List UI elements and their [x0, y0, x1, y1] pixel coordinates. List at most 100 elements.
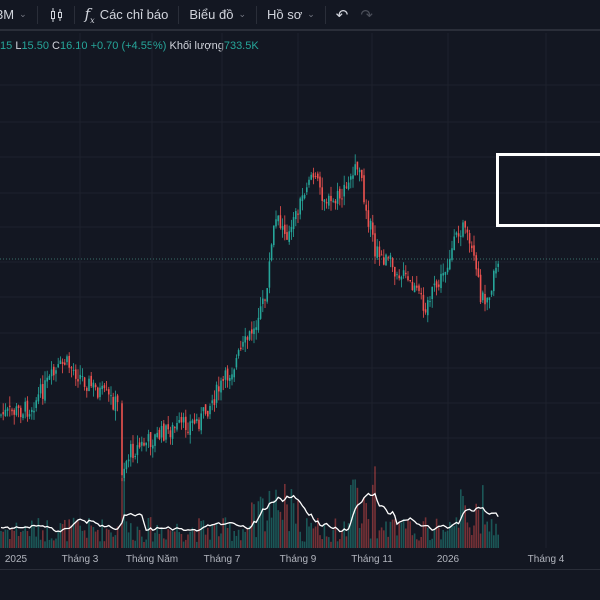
candle-body [191, 420, 194, 424]
volume-bar [70, 525, 73, 548]
volume-bar [39, 539, 42, 548]
volume-bar [149, 517, 152, 548]
candle-body [141, 441, 143, 446]
volume-bar [207, 527, 209, 548]
volume-bar [299, 531, 301, 548]
candle-body [163, 423, 165, 441]
candle-body [165, 425, 167, 440]
volume-bar [13, 530, 15, 548]
volume-bar [237, 529, 240, 548]
candle-body [385, 254, 387, 266]
candle-body [358, 169, 361, 173]
candle-body [94, 384, 97, 388]
candle-body [286, 232, 288, 240]
candle-body [116, 395, 119, 403]
interval-label: 3M [0, 7, 15, 22]
volume-bar [295, 523, 297, 548]
volume-bar [160, 528, 163, 548]
volume-bar [187, 534, 189, 548]
volume-bar [9, 538, 11, 548]
volume-bar [88, 518, 90, 548]
volume-bar [376, 538, 378, 548]
candle-body [495, 267, 497, 274]
redo-icon: ↷ [360, 6, 373, 24]
candle-body [482, 292, 484, 301]
candle-body [127, 459, 130, 462]
candle-body [46, 377, 48, 382]
candle-body [387, 257, 389, 259]
candle-body [0, 414, 2, 416]
time-label: Tháng Năm [125, 554, 179, 565]
volume-bar [354, 479, 356, 548]
candle-body [466, 229, 469, 233]
volume-bar [79, 525, 81, 548]
profile-menu-button[interactable]: Hồ sơ ⌄ [261, 0, 321, 29]
top-toolbar: 3M ⌄ fx Các chỉ báo Biểu đồ ⌄ Hồ sơ ⌄ ↶ … [0, 0, 600, 31]
divider [255, 5, 257, 24]
candle-body [374, 233, 376, 257]
candle-body [334, 200, 337, 204]
interval-selector[interactable]: 3M ⌄ [0, 0, 33, 29]
candle-body [479, 274, 482, 303]
candle-body [33, 410, 35, 413]
candle-body [457, 233, 460, 237]
volume-bar [94, 531, 97, 548]
chart-menu-label: Biểu đồ [189, 7, 234, 22]
volume-bar [222, 518, 224, 548]
candle-body [301, 195, 304, 202]
candle-body [213, 399, 216, 406]
candle-body [484, 293, 486, 305]
volume-bar [391, 519, 394, 548]
candle-body [77, 379, 79, 382]
volume-bar [427, 528, 429, 548]
volume-bar [369, 538, 372, 548]
candle-body [105, 389, 108, 391]
volume-bar [218, 536, 220, 548]
volume-bar [37, 518, 40, 548]
candle-body [125, 461, 128, 470]
candle-body [455, 232, 458, 235]
undo-button[interactable]: ↶ [330, 0, 355, 29]
volume-bar [273, 500, 275, 548]
volume-bar [411, 535, 414, 548]
candle-body [468, 233, 471, 244]
time-label: 2026 [436, 554, 460, 565]
selection-rectangle[interactable] [496, 153, 600, 227]
candle-body [233, 369, 235, 378]
volume-bar [339, 539, 341, 548]
candle-body [123, 468, 125, 478]
redo-button[interactable]: ↷ [354, 0, 379, 29]
volume-bar [92, 527, 95, 548]
chart-type-button[interactable] [42, 0, 70, 29]
volume-bar [61, 524, 64, 548]
candle-body [497, 263, 499, 267]
candle-body [363, 175, 365, 203]
chevron-down-icon: ⌄ [19, 9, 27, 19]
candle-body [356, 161, 359, 170]
indicators-button[interactable]: fx Các chỉ báo [79, 0, 175, 29]
divider [178, 5, 180, 24]
candle-body [284, 224, 286, 234]
price-chart[interactable] [0, 33, 600, 548]
candle-body [169, 430, 172, 438]
candle-body [61, 361, 64, 365]
candle-body [174, 427, 176, 429]
volume-bar [154, 532, 156, 548]
volume-bar [383, 530, 385, 548]
candle-body [154, 434, 156, 446]
volume-bar [345, 536, 348, 548]
candle-body [369, 220, 372, 230]
candle-body [440, 273, 442, 289]
volume-bar [64, 519, 66, 548]
chart-menu-button[interactable]: Biểu đồ ⌄ [183, 0, 252, 29]
volume-bar [482, 485, 484, 548]
candle-body [253, 328, 255, 335]
candle-body [420, 293, 422, 295]
candle-body [391, 258, 394, 268]
time-axis[interactable]: 2025 Tháng 3 Tháng Năm Tháng 7 Tháng 9 T… [0, 548, 600, 570]
volume-bar [259, 496, 262, 548]
candle-body [13, 409, 15, 415]
candle-body [303, 195, 306, 199]
candle-body [279, 215, 282, 228]
volume-bar [308, 526, 310, 548]
